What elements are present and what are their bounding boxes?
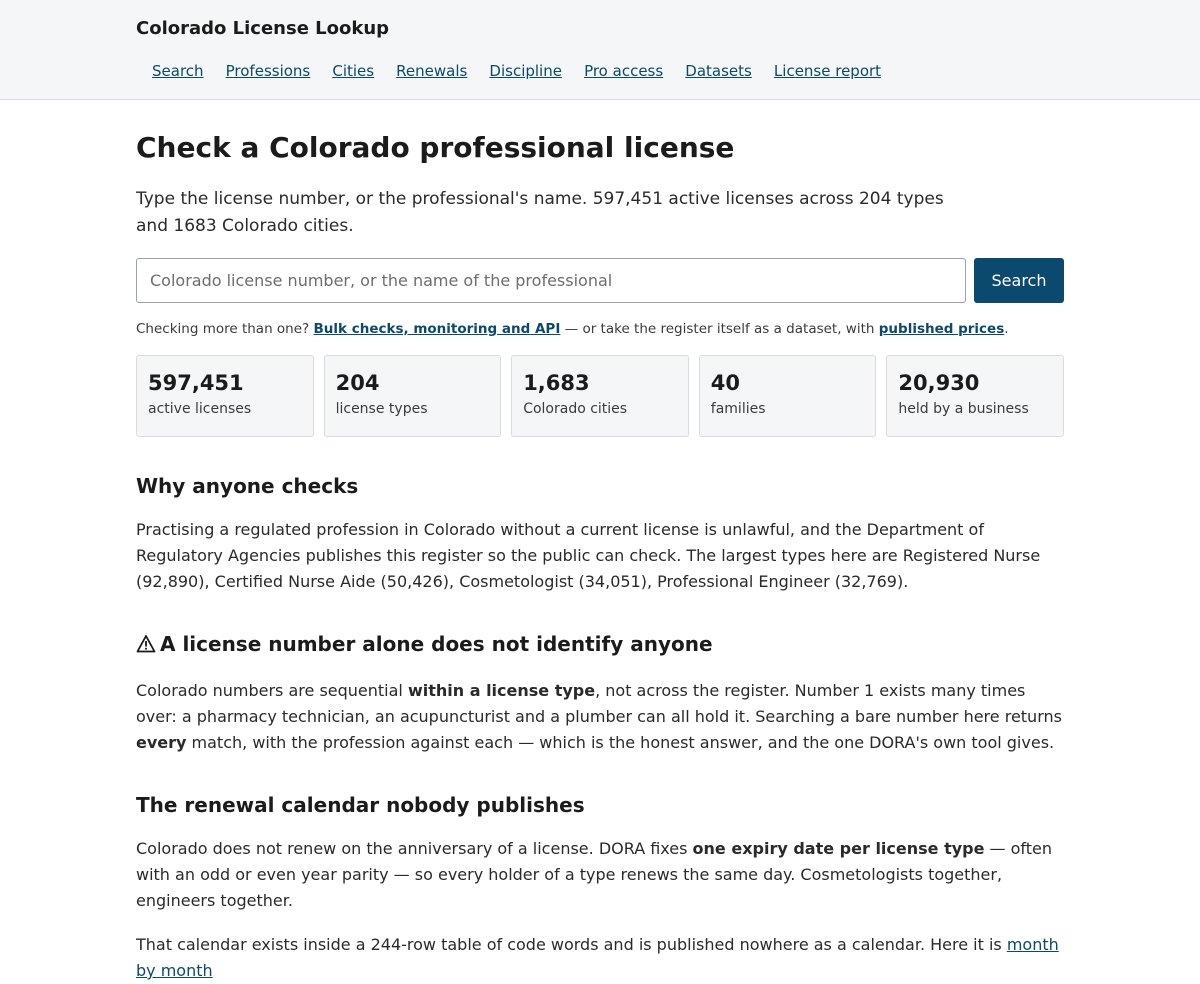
stat-label: license types [335, 401, 428, 417]
nav-license-report[interactable]: License report [774, 62, 881, 80]
text-run: match, with the profession against each … [186, 733, 1055, 752]
text-run: Colorado numbers are sequential [136, 681, 408, 700]
section-title-number: A license number alone does not identify… [136, 631, 1064, 660]
stat-value: 40 [710, 371, 741, 395]
search-button[interactable]: Search [974, 258, 1064, 303]
nav-datasets[interactable]: Datasets [685, 62, 752, 80]
nav-cities[interactable]: Cities [332, 62, 374, 80]
stat-card-active: 597,451 active licenses [136, 355, 314, 437]
section-body-number: Colorado numbers are sequential within a… [136, 678, 1064, 756]
main-nav: Search Professions Cities Renewals Disci… [136, 61, 1064, 80]
stat-value: 204 [335, 371, 380, 395]
section-body-renewal-2: That calendar exists inside a 244-row ta… [136, 932, 1064, 984]
section-title-number-text: A license number alone does not identify… [160, 632, 713, 656]
search-input[interactable] [136, 258, 966, 303]
site-brand[interactable]: Colorado License Lookup [136, 0, 1064, 39]
nav-pro-access[interactable]: Pro access [584, 62, 663, 80]
section-title-why: Why anyone checks [136, 474, 359, 498]
nav-renewals[interactable]: Renewals [396, 62, 467, 80]
page-lede: Type the license number, or the professi… [136, 189, 944, 236]
emphasis: one expiry date per license type [692, 839, 985, 858]
text-run: That calendar exists inside a 244-row ta… [136, 935, 1007, 954]
published-prices-link[interactable]: published prices [879, 321, 1005, 337]
stats-row: 597,451 active licenses 204 license type… [136, 355, 1064, 437]
stat-value: 20,930 [898, 371, 980, 395]
stat-card-families: 40 families [698, 355, 877, 437]
stat-label: families [710, 401, 766, 417]
site-header: Colorado License Lookup Search Professio… [0, 0, 1200, 100]
stat-card-types: 204 license types [323, 355, 502, 437]
section-body-why: Practising a regulated profession in Col… [136, 520, 1041, 591]
bulk-middle: — or take the register itself as a datas… [560, 321, 879, 337]
stat-label: held by a business [898, 401, 1029, 417]
page-title: Check a Colorado professional license [136, 131, 735, 164]
section-body-renewal: Colorado does not renew on the anniversa… [136, 836, 1064, 914]
emphasis: every [136, 733, 187, 752]
section-title-renewal: The renewal calendar nobody publishes [136, 793, 585, 817]
stat-label: active licenses [148, 401, 252, 417]
warning-icon [136, 634, 156, 660]
main-content: Check a Colorado professional license Ty… [136, 130, 1064, 984]
bulk-suffix: . [1004, 321, 1009, 337]
stat-value: 597,451 [148, 371, 244, 395]
nav-professions[interactable]: Professions [226, 62, 311, 80]
nav-search[interactable]: Search [152, 62, 204, 80]
stat-label: Colorado cities [523, 401, 628, 417]
stat-card-business: 20,930 held by a business [886, 355, 1064, 437]
nav-discipline[interactable]: Discipline [489, 62, 562, 80]
search-form: Search [136, 258, 1064, 303]
emphasis: within a license type [407, 681, 596, 700]
stat-card-cities: 1,683 Colorado cities [511, 355, 689, 437]
bulk-api-link[interactable]: Bulk checks, monitoring and API [314, 321, 561, 337]
bulk-prefix: Checking more than one? [136, 321, 314, 337]
stat-value: 1,683 [523, 371, 590, 395]
bulk-note: Checking more than one? Bulk checks, mon… [136, 321, 1064, 337]
text-run: Colorado does not renew on the anniversa… [136, 839, 693, 858]
